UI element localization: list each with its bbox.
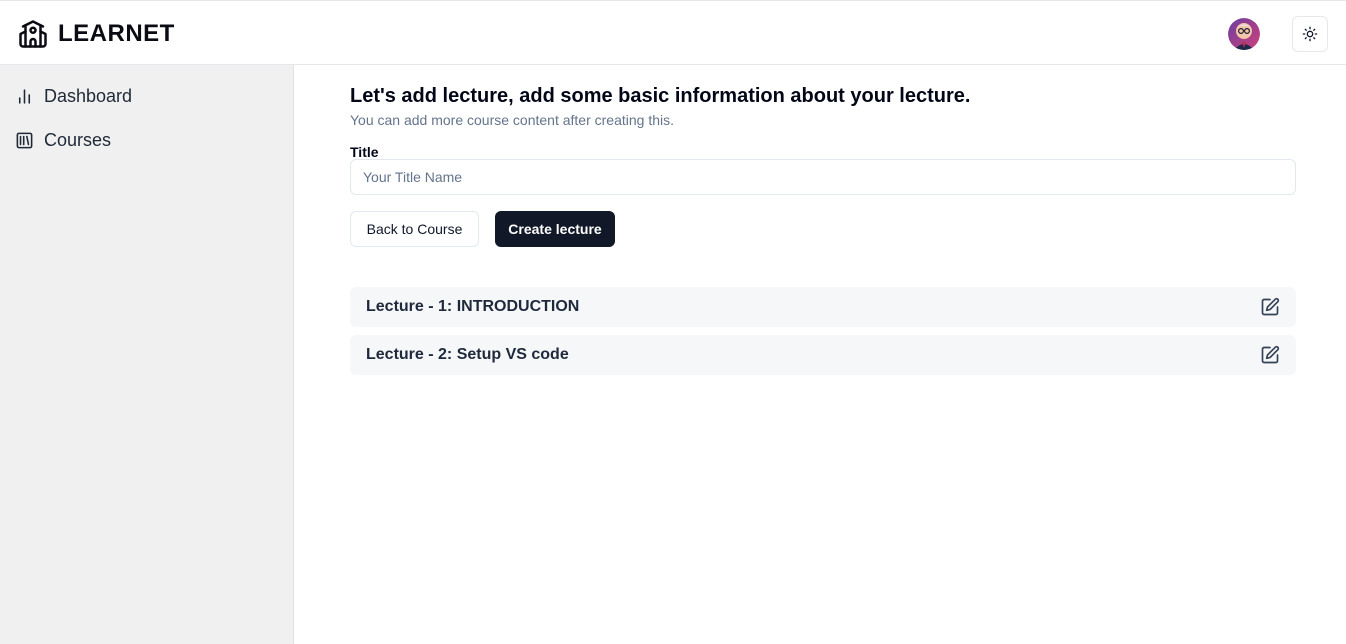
title-field-label: Title bbox=[350, 144, 379, 160]
sidebar-item-dashboard[interactable]: Dashboard bbox=[15, 84, 132, 108]
avatar[interactable] bbox=[1228, 18, 1260, 50]
back-to-course-button[interactable]: Back to Course bbox=[350, 211, 479, 247]
bar-chart-icon bbox=[15, 87, 34, 106]
theme-toggle-button[interactable] bbox=[1292, 16, 1328, 52]
page-subtitle: You can add more course content after cr… bbox=[350, 112, 675, 128]
school-icon bbox=[18, 19, 48, 49]
create-lecture-button[interactable]: Create lecture bbox=[495, 211, 615, 247]
edit-icon[interactable] bbox=[1260, 297, 1280, 317]
sidebar: Dashboard Courses bbox=[0, 65, 294, 644]
lecture-title: Lecture - 2: Setup VS code bbox=[366, 346, 569, 363]
sun-icon bbox=[1302, 26, 1318, 42]
page-title: Let's add lecture, add some basic inform… bbox=[350, 85, 971, 107]
top-bar: LEARNET bbox=[0, 0, 1346, 65]
library-icon bbox=[15, 131, 34, 150]
logo[interactable]: LEARNET bbox=[18, 19, 175, 49]
lecture-row[interactable]: Lecture - 2: Setup VS code bbox=[350, 335, 1296, 375]
title-input[interactable] bbox=[350, 159, 1296, 195]
sidebar-item-courses[interactable]: Courses bbox=[15, 128, 111, 152]
sidebar-item-label: Courses bbox=[44, 129, 112, 150]
lecture-row[interactable]: Lecture - 1: INTRODUCTION bbox=[350, 287, 1296, 327]
sidebar-item-label: Dashboard bbox=[44, 85, 133, 106]
lecture-title: Lecture - 1: INTRODUCTION bbox=[366, 298, 580, 315]
edit-icon[interactable] bbox=[1260, 345, 1280, 365]
logo-text: LEARNET bbox=[58, 20, 175, 47]
